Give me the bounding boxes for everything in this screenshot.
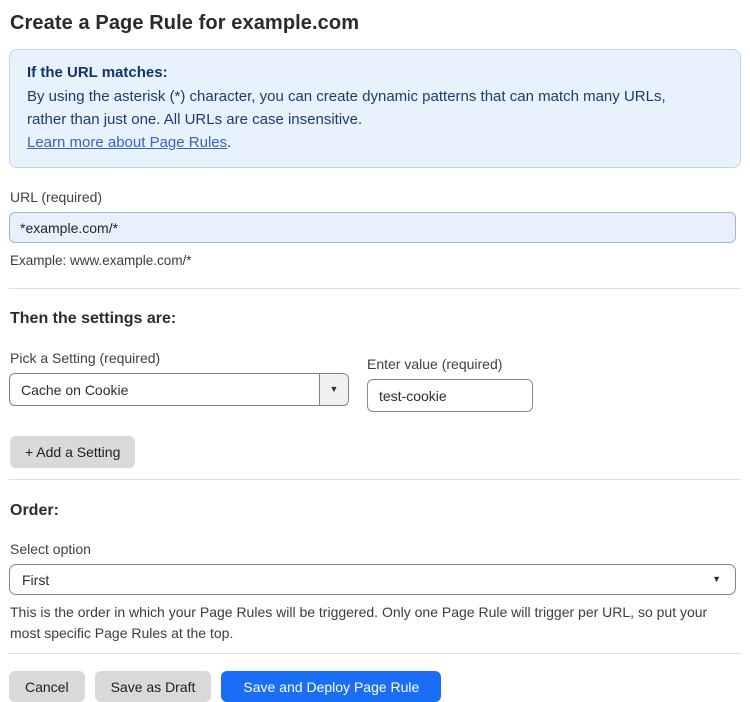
cancel-button[interactable]: Cancel (9, 671, 85, 702)
pick-setting-column: Pick a Setting (required) Cache on Cooki… (9, 328, 349, 412)
order-select-label: Select option (10, 541, 91, 557)
page-rule-form: Create a Page Rule for example.com If th… (0, 0, 750, 702)
info-box-heading: If the URL matches: (27, 64, 168, 81)
order-select[interactable]: First ▼ (9, 564, 736, 595)
enter-value-label: Enter value (required) (367, 356, 503, 372)
divider (9, 288, 741, 289)
save-and-deploy-button[interactable]: Save and Deploy Page Rule (221, 671, 442, 702)
divider (9, 479, 741, 480)
chevron-down-icon: ▼ (712, 574, 721, 584)
divider (9, 653, 741, 654)
pick-setting-dropdown-button[interactable]: ▼ (319, 374, 348, 405)
link-suffix: . (227, 134, 232, 151)
footer-actions: Cancel Save as Draft Save and Deploy Pag… (9, 671, 741, 702)
chevron-down-icon: ▼ (329, 384, 339, 394)
page-title: Create a Page Rule for example.com (10, 12, 360, 34)
info-box-body: By using the asterisk (*) character, you… (27, 88, 666, 128)
info-box-link-line: Learn more about Page Rules. (27, 131, 723, 154)
setting-value-input[interactable] (367, 379, 533, 412)
order-helper-text: This is the order in which your Page Rul… (10, 604, 708, 641)
learn-more-link[interactable]: Learn more about Page Rules (27, 134, 227, 151)
pick-setting-select[interactable]: Cache on Cookie ▼ (9, 373, 349, 406)
add-setting-button[interactable]: + Add a Setting (10, 436, 136, 468)
url-field-label: URL (required) (10, 189, 103, 205)
enter-value-column: Enter value (required) (367, 328, 533, 412)
order-selected-value: First (22, 571, 50, 588)
save-as-draft-button[interactable]: Save as Draft (94, 671, 212, 702)
url-match-info-box: If the URL matches: By using the asteris… (9, 49, 741, 168)
url-input[interactable] (9, 212, 736, 243)
url-example-helper: Example: www.example.com/* (10, 253, 192, 268)
pick-setting-selected-value: Cache on Cookie (21, 381, 129, 398)
order-section-heading: Order: (10, 502, 59, 519)
settings-row: Pick a Setting (required) Cache on Cooki… (9, 328, 741, 412)
pick-setting-label: Pick a Setting (required) (10, 350, 161, 366)
settings-section-heading: Then the settings are: (10, 310, 177, 327)
